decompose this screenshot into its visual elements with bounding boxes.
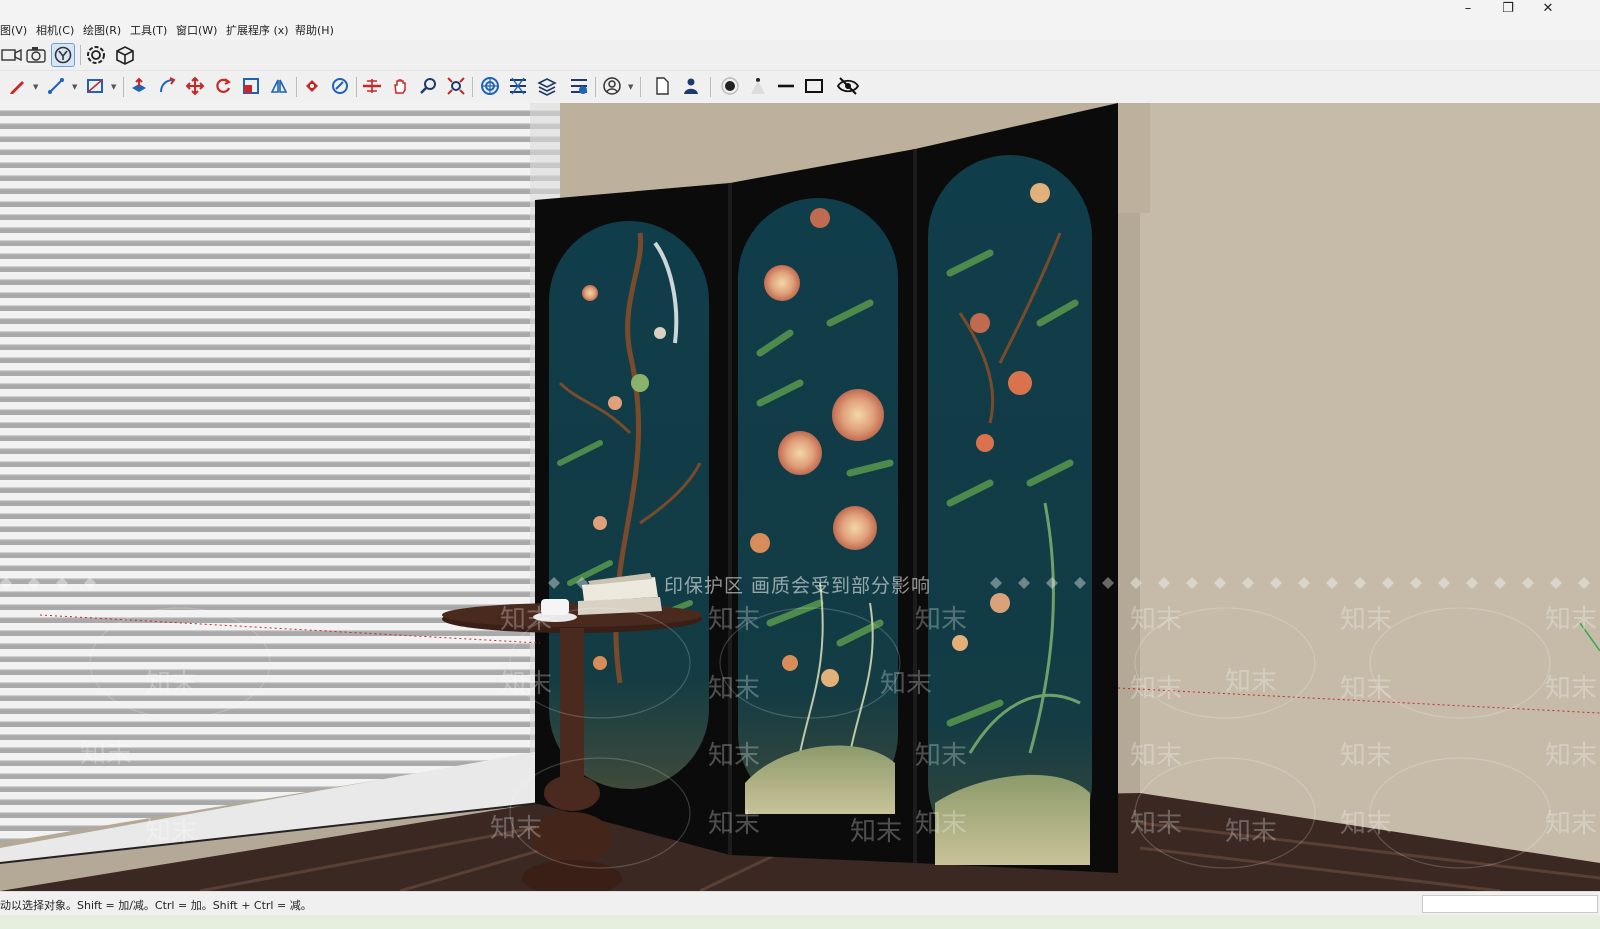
toolbar-separator <box>296 77 297 97</box>
line-weight-icon[interactable] <box>774 74 798 98</box>
cone-icon[interactable] <box>746 74 770 98</box>
frame-icon[interactable] <box>802 74 826 98</box>
dot-light-icon[interactable] <box>718 74 742 98</box>
watermark-tile: 知末 <box>1225 817 1278 847</box>
gear-flower-icon[interactable] <box>84 43 108 67</box>
watermark-tile: 知末 <box>145 669 198 699</box>
toolbar-separator <box>80 45 81 65</box>
toolbar-separator <box>356 77 357 97</box>
user-dropdown-icon[interactable]: ▼ <box>628 83 633 91</box>
menu-extensions[interactable]: 扩展程序 (x) <box>226 22 289 38</box>
watermark-tile: 知末 <box>1545 741 1598 771</box>
hand-pan-icon[interactable] <box>388 74 412 98</box>
model-viewport[interactable]: 印保护区 画质会受到部分影响 知末 知末 知末 知末 知末 知末 知末 知末 知… <box>0 103 1600 891</box>
watermark-tile: 知末 <box>1225 667 1278 697</box>
watermark-tile: 知末 <box>1340 809 1393 839</box>
watermark-tile: 知末 <box>850 817 903 847</box>
component-icon[interactable] <box>478 74 502 98</box>
user-circle-icon[interactable] <box>600 74 624 98</box>
toolbar-separator <box>710 77 711 97</box>
zoom-extents-icon[interactable] <box>444 74 468 98</box>
watermark-tile: 知末 <box>1340 741 1393 771</box>
watermark-tile: 知末 <box>80 739 133 769</box>
watermark-banner: 印保护区 画质会受到部分影响 <box>664 575 932 597</box>
screen-panel-center <box>738 198 898 814</box>
paint-bucket-icon[interactable] <box>300 74 324 98</box>
watermark-tile: 知末 <box>915 809 968 839</box>
move-icon[interactable] <box>183 74 207 98</box>
restore-icon: ❐ <box>1502 1 1514 16</box>
scenes-icon[interactable] <box>567 74 591 98</box>
watermark-tile: 知末 <box>490 814 543 844</box>
menu-view[interactable]: 图(V) <box>0 22 27 38</box>
line-icon[interactable] <box>44 74 68 98</box>
page-icon[interactable] <box>650 74 674 98</box>
stack-icon[interactable] <box>535 74 559 98</box>
watermark-tile: 知末 <box>1340 605 1393 635</box>
watermark-tile: 知末 <box>1340 674 1393 704</box>
scale-icon[interactable] <box>239 74 263 98</box>
watermark-tile: 知末 <box>708 809 761 839</box>
box-export-icon[interactable] <box>113 43 137 67</box>
menu-camera[interactable]: 相机(C) <box>36 22 74 38</box>
watermark-tile: 知末 <box>880 669 933 699</box>
minimize-button[interactable]: – <box>1448 0 1488 20</box>
status-hint-text: 动以选择对象。Shift = 加/减。Ctrl = 加。Shift + Ctrl… <box>0 899 312 912</box>
watermark-tile: 知末 <box>1545 809 1598 839</box>
scene-render <box>0 103 1600 891</box>
watermark-tile: 知末 <box>1130 605 1183 635</box>
push-pull-icon[interactable] <box>127 74 151 98</box>
watermark-tile: 知末 <box>915 741 968 771</box>
toolbar-separator <box>595 77 596 97</box>
status-bar: 动以选择对象。Shift = 加/减。Ctrl = 加。Shift + Ctrl… <box>0 891 1600 916</box>
hide-eye-icon[interactable] <box>836 74 860 98</box>
rectangle-dropdown-icon[interactable]: ▼ <box>111 83 116 91</box>
mirror-icon[interactable] <box>267 74 291 98</box>
zoom-icon[interactable] <box>416 74 440 98</box>
watermark-tile: 知末 <box>1130 674 1183 704</box>
taskbar-strip <box>0 915 1600 929</box>
toolbar-separator <box>640 77 641 97</box>
title-bar: – ❐ ✕ <box>0 0 1600 20</box>
watermark-tile: 知末 <box>915 605 968 635</box>
main-toolbar: ▼ ▼ ▼ ▼ <box>0 71 1600 103</box>
watermark-tile: 知末 <box>1130 741 1183 771</box>
rotate-icon[interactable] <box>211 74 235 98</box>
measurements-input[interactable] <box>1422 895 1598 913</box>
pencil-dropdown-icon[interactable]: ▼ <box>33 83 38 91</box>
restore-button[interactable]: ❐ <box>1488 0 1528 20</box>
eraser-icon[interactable] <box>328 74 352 98</box>
watermark-tile: 知末 <box>500 669 553 699</box>
toolbar-separator <box>123 77 124 97</box>
menu-window[interactable]: 窗口(W) <box>176 22 217 38</box>
watermark-tile: 知末 <box>1130 809 1183 839</box>
watermark-tile: 知末 <box>708 605 761 635</box>
camera-toolbar <box>0 40 1600 71</box>
minimize-icon: – <box>1464 1 1472 16</box>
watermark-tile: 知末 <box>708 674 761 704</box>
menu-tools[interactable]: 工具(T) <box>130 22 167 38</box>
close-icon: ✕ <box>1542 1 1554 16</box>
watermark-tile: 知末 <box>1545 674 1598 704</box>
watermark-tile: 知末 <box>1545 605 1598 635</box>
menu-bar: 图(V) 相机(C) 绘图(R) 工具(T) 窗口(W) 扩展程序 (x) 帮助… <box>0 20 1600 40</box>
close-button[interactable]: ✕ <box>1528 0 1568 20</box>
rectangle-icon[interactable] <box>83 74 107 98</box>
folding-screen <box>535 103 1118 873</box>
menu-draw[interactable]: 绘图(R) <box>83 22 121 38</box>
watermark-tile: 知末 <box>500 605 553 635</box>
follow-me-icon[interactable] <box>155 74 179 98</box>
watermark-tile: 知末 <box>708 741 761 771</box>
line-dropdown-icon[interactable]: ▼ <box>72 83 77 91</box>
toolbar-separator <box>472 77 473 97</box>
watermark-tile: 知末 <box>145 817 198 847</box>
camera-snapshot-icon[interactable] <box>24 43 48 67</box>
camera-video-icon[interactable] <box>0 43 24 67</box>
orbit-icon[interactable] <box>51 43 75 67</box>
pencil-icon[interactable] <box>5 74 29 98</box>
menu-help[interactable]: 帮助(H) <box>295 22 334 38</box>
section-plane-icon[interactable] <box>360 74 384 98</box>
person-icon[interactable] <box>679 74 703 98</box>
layers-icon[interactable] <box>506 74 530 98</box>
